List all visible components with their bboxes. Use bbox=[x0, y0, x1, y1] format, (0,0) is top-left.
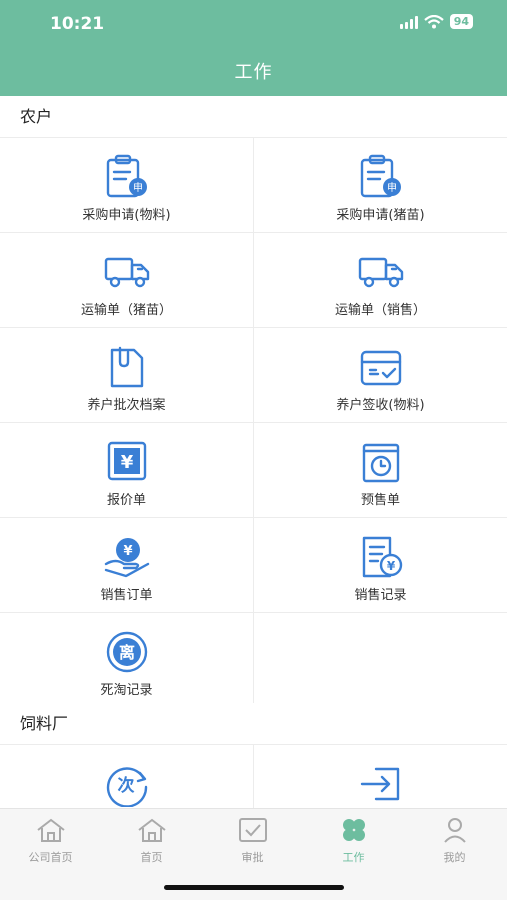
tab-0[interactable]: 公司首页 bbox=[0, 817, 101, 865]
svg-text:¥: ¥ bbox=[386, 559, 395, 573]
menu-item-label: 死淘记录 bbox=[100, 683, 153, 698]
battery-icon: 94 bbox=[449, 14, 473, 29]
menu-item-label: 预售单 bbox=[360, 493, 400, 508]
menu-item-label: 运输单（猪苗） bbox=[80, 303, 172, 318]
tab-4[interactable]: 我的 bbox=[404, 817, 505, 865]
menu-item-0-1[interactable]: 申采购申请(猪苗) bbox=[254, 138, 507, 232]
svg-text:¥: ¥ bbox=[123, 544, 132, 559]
home-icon bbox=[34, 817, 68, 847]
svg-text:申: 申 bbox=[133, 181, 143, 194]
menu-item-0-5[interactable]: 养户签收(物料) bbox=[254, 328, 507, 422]
clover-icon bbox=[337, 817, 371, 847]
menu-item-0-9[interactable]: ¥ 销售记录 bbox=[254, 518, 507, 612]
yen-hand-icon: ¥ bbox=[102, 534, 152, 580]
home-indicator bbox=[164, 885, 344, 890]
ci-circle-icon: 次 bbox=[102, 761, 152, 807]
feed-mill-grid: 次 bbox=[0, 745, 507, 808]
tab-label: 首页 bbox=[140, 851, 163, 864]
file-clip-icon bbox=[102, 344, 152, 390]
signal-icon bbox=[399, 15, 418, 29]
menu-item-0-7[interactable]: 预售单 bbox=[254, 423, 507, 517]
menu-item-0-2[interactable]: 运输单（猪苗） bbox=[0, 233, 253, 327]
menu-item-label: 养户签收(物料) bbox=[336, 398, 425, 413]
status-icons: 94 bbox=[399, 14, 473, 29]
menu-item-label: 销售记录 bbox=[354, 588, 407, 603]
menu-item-label: 采购申请(物料) bbox=[82, 208, 171, 223]
menu-item-1-0[interactable]: 次 bbox=[0, 745, 253, 808]
menu-item-label: 销售订单 bbox=[100, 588, 153, 603]
menu-item-label: 采购申请(猪苗) bbox=[336, 208, 425, 223]
tab-3[interactable]: 工作 bbox=[303, 817, 404, 865]
box-check-icon bbox=[356, 344, 406, 390]
li-circle-icon: 离 bbox=[102, 629, 152, 675]
clipboard-apply-icon: 申 bbox=[102, 154, 152, 200]
menu-item-0-0[interactable]: 申采购申请(物料) bbox=[0, 138, 253, 232]
menu-item-label: 运输单（销售） bbox=[334, 303, 426, 318]
tab-label: 公司首页 bbox=[28, 851, 73, 864]
section-header-farmer: 农户 bbox=[0, 96, 507, 138]
tab-2[interactable]: 审批 bbox=[202, 817, 303, 865]
tab-label: 审批 bbox=[241, 851, 264, 864]
tab-1[interactable]: 首页 bbox=[101, 817, 202, 865]
page-title: 工作 bbox=[234, 62, 273, 83]
truck-icon bbox=[356, 249, 406, 295]
truck-icon bbox=[102, 249, 152, 295]
tab-label: 工作 bbox=[342, 851, 365, 864]
wifi-icon bbox=[423, 14, 444, 28]
menu-item-0-6[interactable]: ¥ 报价单 bbox=[0, 423, 253, 517]
yen-square-icon: ¥ bbox=[102, 439, 152, 485]
person-icon bbox=[438, 817, 472, 847]
menu-item-label: 报价单 bbox=[106, 493, 146, 508]
login-box-icon bbox=[356, 761, 406, 807]
menu-item-0-10[interactable]: 离死淘记录 bbox=[0, 613, 253, 707]
empty-cell bbox=[254, 613, 507, 707]
doc-yen-icon: ¥ bbox=[356, 534, 406, 580]
menu-item-label: 养户批次档案 bbox=[87, 398, 166, 413]
svg-text:申: 申 bbox=[387, 181, 397, 194]
tab-label: 我的 bbox=[443, 851, 466, 864]
svg-text:离: 离 bbox=[118, 643, 134, 662]
clock-doc-icon bbox=[356, 439, 406, 485]
status-time: 10:21 bbox=[50, 14, 105, 34]
section-header-feed-mill: 饲料厂 bbox=[0, 703, 507, 745]
svg-text:次: 次 bbox=[117, 775, 134, 796]
clipboard-apply-icon: 申 bbox=[356, 154, 406, 200]
check-square-icon bbox=[236, 817, 270, 847]
svg-text:¥: ¥ bbox=[120, 452, 133, 473]
menu-item-0-3[interactable]: 运输单（销售） bbox=[254, 233, 507, 327]
home-icon bbox=[135, 817, 169, 847]
farmer-grid: 申采购申请(物料) 申采购申请(猪苗) 运输单（猪苗） 运输单（销售） 养户批次档案 养户… bbox=[0, 138, 507, 707]
menu-item-0-4[interactable]: 养户批次档案 bbox=[0, 328, 253, 422]
menu-item-1-1[interactable] bbox=[254, 745, 507, 808]
app-header: 10:21 94 工作 bbox=[0, 0, 507, 96]
menu-item-0-8[interactable]: ¥ 销售订单 bbox=[0, 518, 253, 612]
